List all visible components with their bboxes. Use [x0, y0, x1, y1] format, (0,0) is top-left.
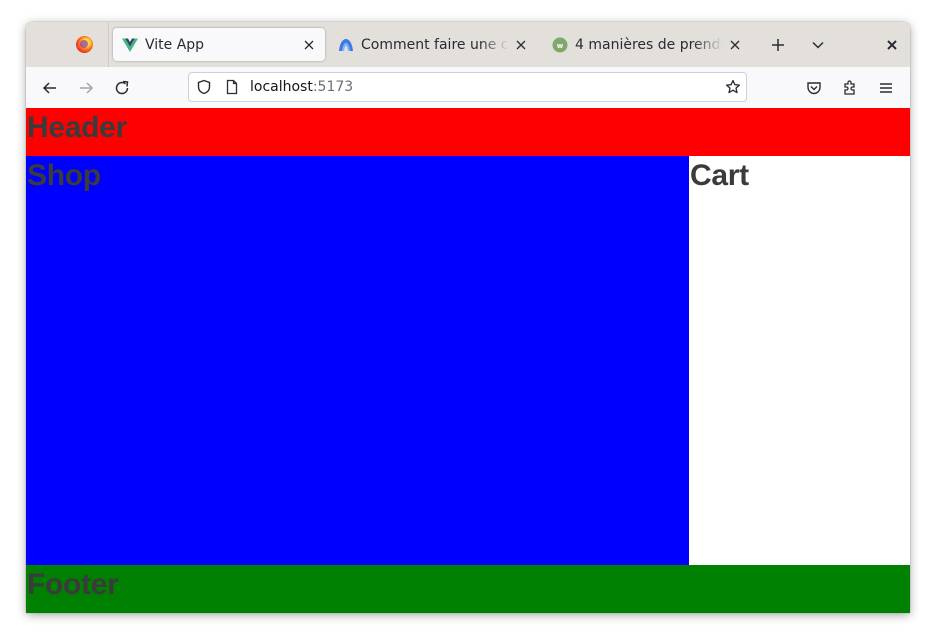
url-host: localhost	[250, 79, 313, 95]
header-title: Header	[27, 111, 127, 144]
close-tab-icon[interactable]	[727, 37, 743, 53]
extensions-puzzle-icon[interactable]	[840, 78, 860, 98]
shop-section: Shop	[26, 156, 689, 565]
navigation-toolbar: localhost:5173	[26, 67, 910, 109]
url-text[interactable]: localhost:5173	[250, 78, 353, 96]
tab-title: Vite App	[145, 36, 205, 53]
cart-title: Cart	[690, 159, 749, 192]
shop-title: Shop	[27, 159, 101, 192]
address-bar[interactable]: localhost:5173	[188, 72, 747, 102]
list-all-tabs-chevron-down-icon[interactable]	[808, 35, 828, 55]
forward-arrow-icon[interactable]	[76, 78, 96, 98]
firefox-menu-icon[interactable]	[76, 36, 93, 53]
new-tab-icon[interactable]	[768, 35, 788, 55]
url-port: :5173	[312, 79, 354, 95]
tab-title: 4 manières de prendre une capture	[575, 36, 723, 53]
tab-comment-faire[interactable]: Comment faire une capture d'écran	[329, 28, 537, 61]
pocket-icon[interactable]	[804, 78, 824, 98]
page-viewport: Header Shop Cart Footer	[26, 108, 910, 613]
close-window-icon[interactable]	[882, 35, 902, 55]
page-info-icon[interactable]	[224, 79, 240, 95]
bookmark-star-icon[interactable]	[725, 79, 741, 95]
vue-icon	[122, 37, 138, 53]
close-tab-icon[interactable]	[513, 37, 529, 53]
tab-4-manieres[interactable]: w 4 manières de prendre une capture	[543, 28, 751, 61]
tab-vite-app[interactable]: Vite App	[113, 28, 325, 61]
page-header: Header	[26, 108, 910, 156]
hamburger-menu-icon[interactable]	[876, 78, 896, 98]
blue-arch-icon	[338, 37, 354, 53]
footer-title: Footer	[27, 568, 119, 601]
cart-section: Cart	[689, 156, 910, 565]
tab-title: Comment faire une capture d'écran	[361, 36, 509, 53]
page-footer: Footer	[26, 565, 910, 613]
tab-strip-divider	[108, 22, 109, 67]
green-badge-icon: w	[552, 37, 568, 53]
reload-icon[interactable]	[112, 78, 132, 98]
close-tab-icon[interactable]	[301, 37, 317, 53]
tab-strip: Vite App Comment faire une capture d'écr…	[26, 22, 910, 67]
shield-icon[interactable]	[196, 79, 212, 95]
svg-text:w: w	[557, 42, 564, 50]
back-arrow-icon[interactable]	[40, 78, 60, 98]
browser-window: Vite App Comment faire une capture d'écr…	[26, 22, 910, 613]
